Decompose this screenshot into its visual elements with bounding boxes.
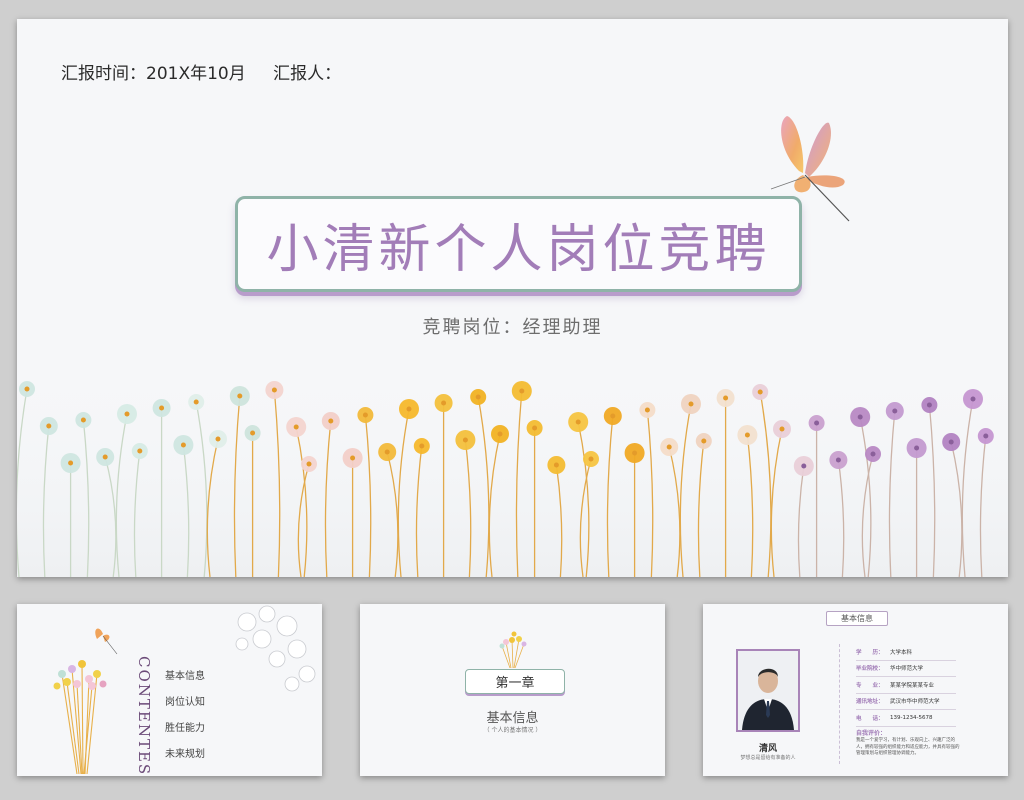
profile-photo <box>736 649 800 732</box>
info-row: 通讯地址： 武汉市华中师范大学 <box>856 694 956 710</box>
flower-row-image <box>17 349 1008 577</box>
self-evaluation-text: 我是一个爱学习，有计划、乐观向上、兴趣广泛的人，拥有较强的组织能力和适应能力，并… <box>856 738 960 756</box>
info-value: 华中师范大学 <box>890 666 924 673</box>
person-avatar-icon <box>738 651 798 730</box>
chapter-label-box: 第一章 <box>465 669 565 694</box>
info-key: 专 业： <box>856 682 884 689</box>
bouquet-image <box>53 628 118 774</box>
info-row: 学 历： 大学本科 <box>856 644 956 661</box>
info-table: 学 历： 大学本科 毕业院校： 华中师范大学 专 业： 某某学院某某专业 通讯地址： 武… <box>856 644 956 727</box>
info-key: 学 历： <box>856 649 884 656</box>
chapter-label: 第一章 <box>495 676 535 691</box>
paper-flowers-decoration <box>235 605 316 692</box>
contents-slide-thumbnail[interactable]: CONTENTES 基本信息 岗位认知 胜任能力 未来规划 <box>17 604 322 776</box>
info-row: 电 话： 139-1234-5678 <box>856 710 956 727</box>
chapter-title: 基本信息 <box>486 711 539 726</box>
info-value: 武汉市华中师范大学 <box>890 699 940 706</box>
info-key: 毕业院校： <box>856 666 884 673</box>
contents-list: 基本信息 岗位认知 胜任能力 未来规划 <box>165 670 205 774</box>
self-evaluation-label: 自我评价： <box>856 730 887 737</box>
page-title: 小清新个人岗位竞聘 <box>266 219 771 280</box>
info-tag-label: 基本信息 <box>841 614 873 623</box>
contents-item[interactable]: 岗位认知 <box>165 696 205 722</box>
info-slide-thumbnail[interactable]: 基本信息 清风 梦想总是留给有准备的人 学 历： 大学本科 毕业院校： 华中师范大学… <box>703 604 1008 776</box>
contents-item[interactable]: 未来规划 <box>165 748 205 774</box>
info-value: 大学本科 <box>890 649 913 656</box>
main-slide[interactable]: 汇报时间：201X年10月 汇报人： 小清新个人岗位竞聘 竞聘岗位：经理助理 <box>17 19 1008 577</box>
report-time: 汇报时间：201X年10月 <box>61 64 246 84</box>
info-value: 某某学院某某专业 <box>890 682 935 689</box>
info-key: 通讯地址： <box>856 699 884 706</box>
divider <box>839 644 840 764</box>
person-name: 清风 <box>758 744 777 754</box>
info-value: 139-1234-5678 <box>890 714 933 721</box>
page-subtitle: 竞聘岗位：经理助理 <box>422 317 603 338</box>
info-row: 毕业院校： 华中师范大学 <box>856 661 956 677</box>
small-bouquet-image <box>499 631 527 668</box>
info-row: 专 业： 某某学院某某专业 <box>856 677 956 694</box>
contents-item[interactable]: 基本信息 <box>165 670 205 696</box>
info-key: 电 话： <box>856 715 884 722</box>
chapter-subtitle: （ 个人的基本情况 ） <box>483 727 542 734</box>
info-tag: 基本信息 <box>826 611 888 626</box>
report-meta: 汇报时间：201X年10月 汇报人： <box>61 59 363 84</box>
chapter-slide-thumbnail[interactable]: 第一章 基本信息 （ 个人的基本情况 ） <box>360 604 665 776</box>
title-box: 小清新个人岗位竞聘 <box>235 196 802 292</box>
contents-item[interactable]: 胜任能力 <box>165 722 205 748</box>
contents-heading: CONTENTES <box>135 656 153 776</box>
person-motto: 梦想总是留给有准备的人 <box>740 755 796 761</box>
reporter: 汇报人： <box>273 64 342 84</box>
